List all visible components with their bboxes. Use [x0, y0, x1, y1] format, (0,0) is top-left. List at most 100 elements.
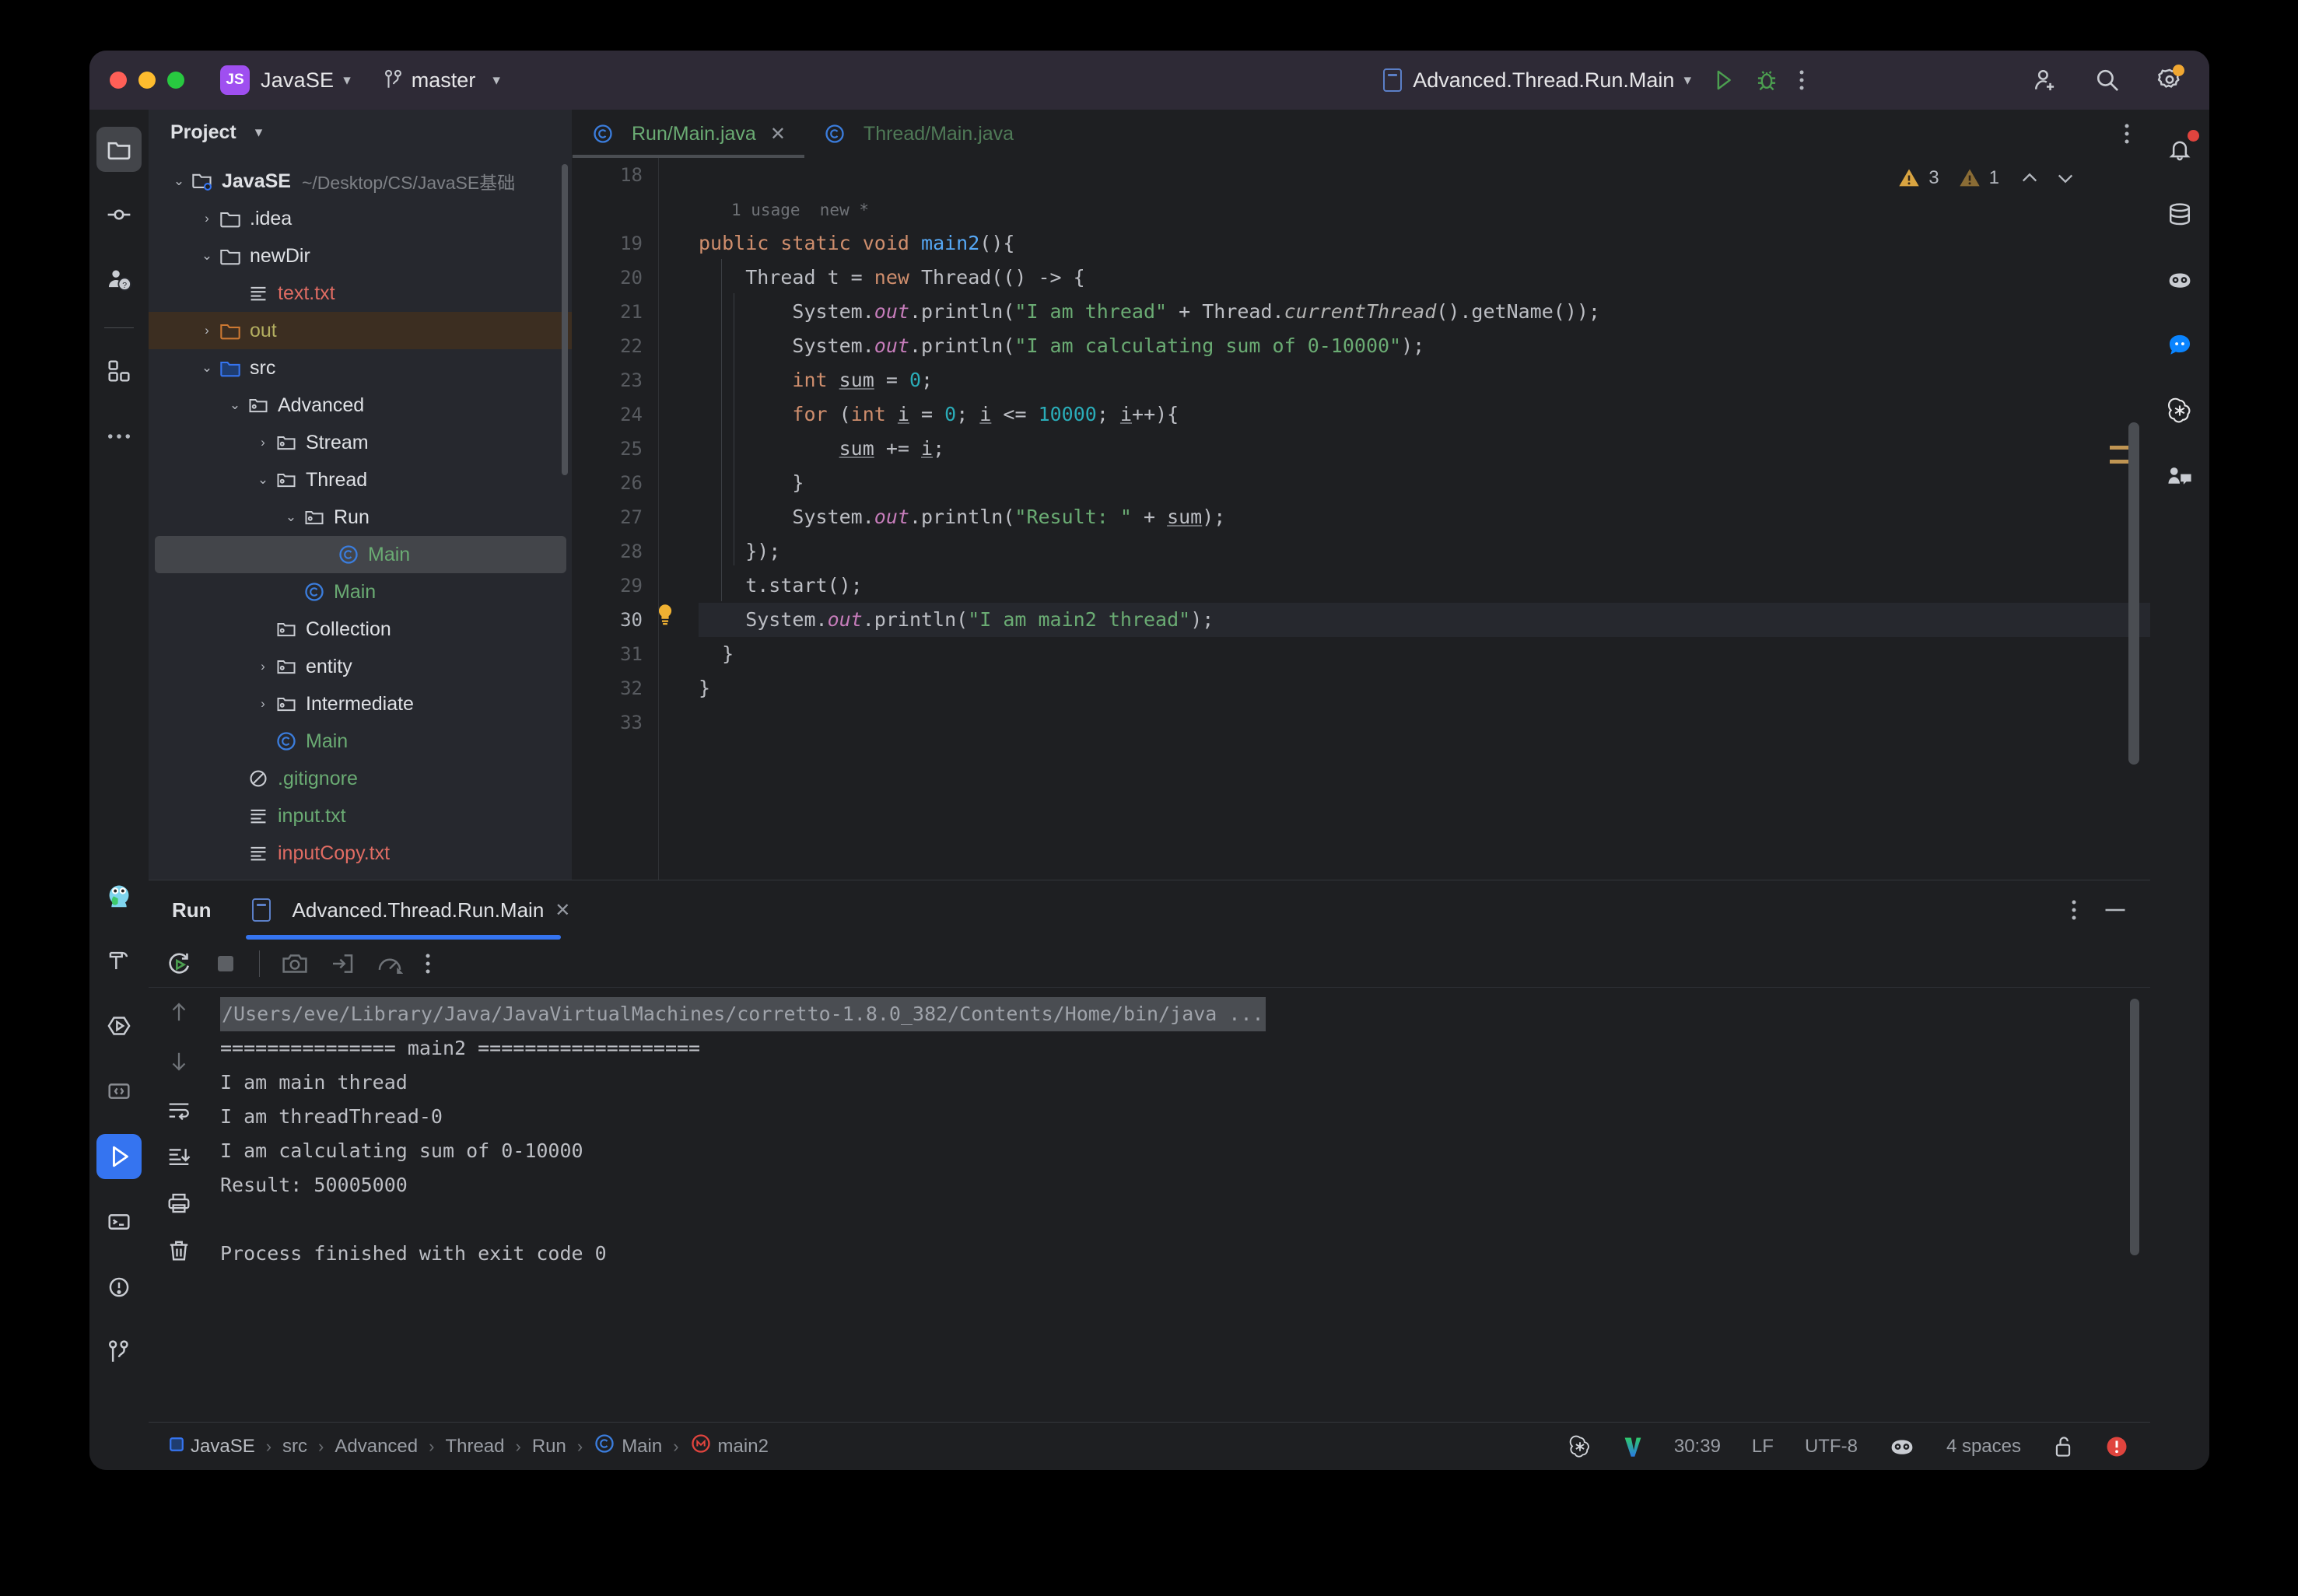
- run-panel-options-icon[interactable]: [2071, 898, 2077, 922]
- tree-item-advanced[interactable]: ⌄Advanced: [149, 387, 573, 424]
- breadcrumb-item-thread[interactable]: Thread: [445, 1436, 504, 1458]
- inspection-widget[interactable]: 3 1: [1897, 167, 2076, 189]
- chevron-down-icon[interactable]: ⌄: [197, 248, 217, 264]
- close-window-button[interactable]: [110, 72, 127, 89]
- run-button[interactable]: [1711, 68, 1735, 93]
- error-notification-icon[interactable]: [2105, 1435, 2128, 1458]
- tool-window-project-button[interactable]: [96, 127, 142, 172]
- tool-window-structure-button[interactable]: [96, 348, 142, 394]
- chevron-right-icon[interactable]: ›: [253, 696, 273, 712]
- tree-item-src[interactable]: ⌄src: [149, 349, 573, 387]
- tool-window-learn-button[interactable]: ?: [96, 257, 142, 303]
- encoding-label[interactable]: UTF-8: [1805, 1436, 1858, 1458]
- caret-position-label[interactable]: 30:39: [1674, 1436, 1721, 1458]
- breadcrumb-item-run[interactable]: Run: [532, 1436, 566, 1458]
- breadcrumb[interactable]: JavaSE›src›Advanced›Thread›Run›Main›main…: [169, 1433, 769, 1460]
- code-line[interactable]: public static void main2(){: [699, 226, 2150, 261]
- search-icon[interactable]: [2094, 67, 2121, 93]
- chevron-down-icon[interactable]: ⌄: [281, 509, 301, 525]
- tree-item-main[interactable]: Main: [155, 536, 566, 573]
- clear-all-trash-icon[interactable]: [167, 1238, 191, 1263]
- tree-item-main[interactable]: Main: [149, 573, 573, 611]
- breadcrumb-item-advanced[interactable]: Advanced: [335, 1436, 418, 1458]
- code-content[interactable]: 1 usage new *public static void main2(){…: [658, 158, 2150, 880]
- chevron-down-icon[interactable]: ⌄: [197, 360, 217, 376]
- tree-item-input-txt[interactable]: input.txt: [149, 797, 573, 835]
- window-controls[interactable]: [110, 72, 184, 89]
- code-line[interactable]: System.out.println("I am calculating sum…: [699, 329, 2150, 363]
- run-config-chevron-down-icon[interactable]: ▾: [1683, 72, 1691, 89]
- project-pane-chevron-down-icon[interactable]: ▾: [255, 124, 263, 142]
- minimize-run-panel-icon[interactable]: [2104, 906, 2127, 914]
- tree-item-text-txt[interactable]: text.txt: [149, 275, 573, 312]
- vim-mode-icon[interactable]: [1623, 1435, 1643, 1458]
- code-line[interactable]: Thread t = new Thread(() -> {: [699, 261, 2150, 295]
- tool-window-commit-button[interactable]: [96, 192, 142, 237]
- tool-strip-more-icon[interactable]: [96, 414, 142, 459]
- tool-window-problems-button[interactable]: [96, 1265, 142, 1310]
- openai-icon[interactable]: [1568, 1435, 1592, 1458]
- screenshot-camera-icon[interactable]: [282, 952, 308, 975]
- code-line[interactable]: }: [699, 637, 2150, 671]
- editor-tab-thread-main-java[interactable]: Thread/Main.java: [804, 110, 1032, 158]
- project-tree[interactable]: ⌄JavaSE~/Desktop/CS/JavaSE基础›.idea⌄newDi…: [149, 155, 573, 872]
- chevron-down-icon[interactable]: ⌄: [225, 397, 245, 413]
- line-separator-label[interactable]: LF: [1752, 1436, 1774, 1458]
- unlock-icon[interactable]: [2052, 1435, 2074, 1458]
- tool-window-scratches-button[interactable]: [96, 1069, 142, 1114]
- tree-item-thread[interactable]: ⌄Thread: [149, 461, 573, 499]
- scroll-to-end-icon[interactable]: [166, 1145, 191, 1168]
- database-icon[interactable]: [2157, 192, 2202, 237]
- editor-tabs-more-icon[interactable]: [2124, 122, 2130, 149]
- editor-tab-run-main-java[interactable]: Run/Main.java✕: [573, 110, 804, 158]
- tree-item-javase[interactable]: ⌄JavaSE~/Desktop/CS/JavaSE基础: [149, 163, 573, 200]
- tree-item-main[interactable]: Main: [149, 723, 573, 760]
- stop-button[interactable]: [214, 952, 237, 975]
- code-line[interactable]: System.out.println("I am thread" + Threa…: [699, 295, 2150, 329]
- chevron-right-icon[interactable]: ›: [197, 323, 217, 338]
- tree-item-intermediate[interactable]: ›Intermediate: [149, 685, 573, 723]
- git-branch-selector[interactable]: master ▾: [384, 68, 500, 93]
- console-more-options-icon[interactable]: [425, 952, 431, 975]
- chevron-right-icon[interactable]: ›: [197, 211, 217, 226]
- tree-item-collection[interactable]: Collection: [149, 611, 573, 648]
- code-line[interactable]: System.out.println("Result: " + sum);: [699, 500, 2150, 534]
- copilot-icon[interactable]: [1889, 1436, 1915, 1458]
- console-scrollbar[interactable]: [2130, 999, 2139, 1255]
- console-output[interactable]: /Users/eve/Library/Java/JavaVirtualMachi…: [209, 988, 2150, 1422]
- tree-item--idea[interactable]: ›.idea: [149, 200, 573, 237]
- tree-item-run[interactable]: ⌄Run: [149, 499, 573, 536]
- tool-window-build-button[interactable]: [96, 938, 142, 983]
- tree-item--gitignore[interactable]: .gitignore: [149, 760, 573, 797]
- breadcrumb-item-main2[interactable]: main2: [690, 1433, 769, 1460]
- run-config-label[interactable]: Advanced.Thread.Run.Main: [1413, 68, 1674, 93]
- tool-window-terminal-button[interactable]: [96, 1199, 142, 1244]
- code-line[interactable]: t.start();: [699, 569, 2150, 603]
- rerun-button[interactable]: [166, 950, 192, 977]
- code-line[interactable]: int sum = 0;: [699, 363, 2150, 397]
- scroll-down-icon[interactable]: [167, 1048, 191, 1075]
- settings-gear-icon[interactable]: [2156, 67, 2183, 93]
- code-line[interactable]: for (int i = 0; i <= 10000; i++){: [699, 397, 2150, 432]
- debug-button[interactable]: [1755, 68, 1778, 93]
- breadcrumb-item-javase[interactable]: JavaSE: [169, 1436, 255, 1458]
- editor-tabs[interactable]: Run/Main.java✕Thread/Main.java: [573, 110, 2150, 158]
- import-arrow-icon[interactable]: [330, 952, 355, 975]
- maximize-window-button[interactable]: [167, 72, 184, 89]
- editor-gutter[interactable]: 18192021222324252627282930313233: [573, 158, 658, 880]
- tree-item-entity[interactable]: ›entity: [149, 648, 573, 685]
- ai-assistant-chat-icon[interactable]: [2157, 323, 2202, 368]
- code-inlay-hint[interactable]: 1 usage new *: [699, 192, 2150, 226]
- previous-problem-icon[interactable]: [2020, 168, 2040, 188]
- scroll-up-icon[interactable]: [167, 999, 191, 1025]
- chevron-right-icon[interactable]: ›: [253, 435, 273, 450]
- breadcrumb-item-src[interactable]: src: [282, 1436, 307, 1458]
- tool-window-run-button[interactable]: [96, 1134, 142, 1179]
- minimize-window-button[interactable]: [138, 72, 156, 89]
- tree-item-out[interactable]: ›out: [149, 312, 573, 349]
- tree-item-inputcopy-txt[interactable]: inputCopy.txt: [149, 835, 573, 872]
- close-tab-icon[interactable]: ✕: [770, 123, 786, 145]
- code-line[interactable]: }: [699, 671, 2150, 705]
- project-pane-scrollbar[interactable]: [562, 164, 568, 475]
- code-line[interactable]: }: [699, 466, 2150, 500]
